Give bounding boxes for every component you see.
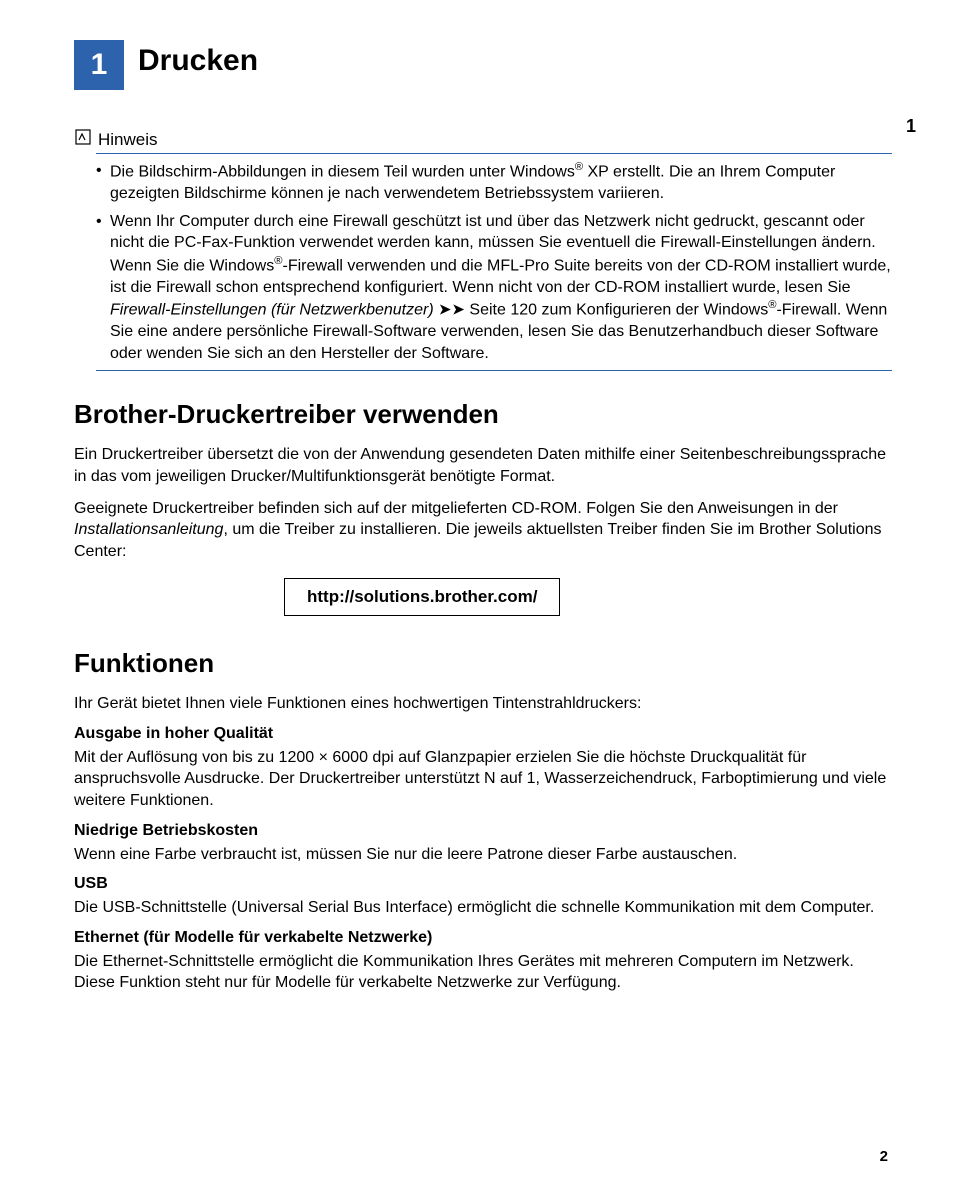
page-number-bottom: 2 <box>880 1148 888 1165</box>
feature3-body: Die USB-Schnittstelle (Universal Serial … <box>74 897 892 919</box>
feature3-title: USB <box>74 875 892 893</box>
note-list: Die Bildschirm-Abbildungen in diesem Tei… <box>74 160 892 364</box>
note-header: Hinweis <box>74 128 892 151</box>
note-item-1: Die Bildschirm-Abbildungen in diesem Tei… <box>96 160 892 205</box>
section1-p2: Geeignete Druckertreiber befinden sich a… <box>74 498 892 563</box>
section-heading-drivers: Brother-Druckertreiber verwenden <box>74 399 892 430</box>
note-rule-bottom <box>96 370 892 371</box>
chapter-title: Drucken <box>138 44 258 78</box>
solutions-url-box[interactable]: http://solutions.brother.com/ <box>284 578 560 616</box>
feature2-title: Niedrige Betriebskosten <box>74 822 892 840</box>
feature2-body: Wenn eine Farbe verbraucht ist, müssen S… <box>74 844 892 866</box>
section2-intro: Ihr Gerät bietet Ihnen viele Funktionen … <box>74 693 892 715</box>
note-box: Hinweis Die Bildschirm-Abbildungen in di… <box>74 128 892 371</box>
side-page-number: 1 <box>906 116 916 137</box>
page-content: 1 Drucken 1 Hinweis Die Bildschirm-Abbil… <box>0 0 960 1044</box>
note-icon <box>74 128 92 151</box>
note-rule-top <box>96 153 892 154</box>
section1-p1: Ein Druckertreiber übersetzt die von der… <box>74 444 892 487</box>
feature4-body: Die Ethernet-Schnittstelle ermöglicht di… <box>74 951 892 994</box>
feature1-title: Ausgabe in hoher Qualität <box>74 725 892 743</box>
feature4-title: Ethernet (für Modelle für verkabelte Net… <box>74 929 892 947</box>
note-label: Hinweis <box>98 130 158 150</box>
chapter-header: 1 Drucken <box>74 40 892 90</box>
section-heading-functions: Funktionen <box>74 648 892 679</box>
feature1-body: Mit der Auflösung von bis zu 1200 × 6000… <box>74 747 892 812</box>
note-item-2: Wenn Ihr Computer durch eine Firewall ge… <box>96 211 892 365</box>
chapter-number-badge: 1 <box>74 40 124 90</box>
